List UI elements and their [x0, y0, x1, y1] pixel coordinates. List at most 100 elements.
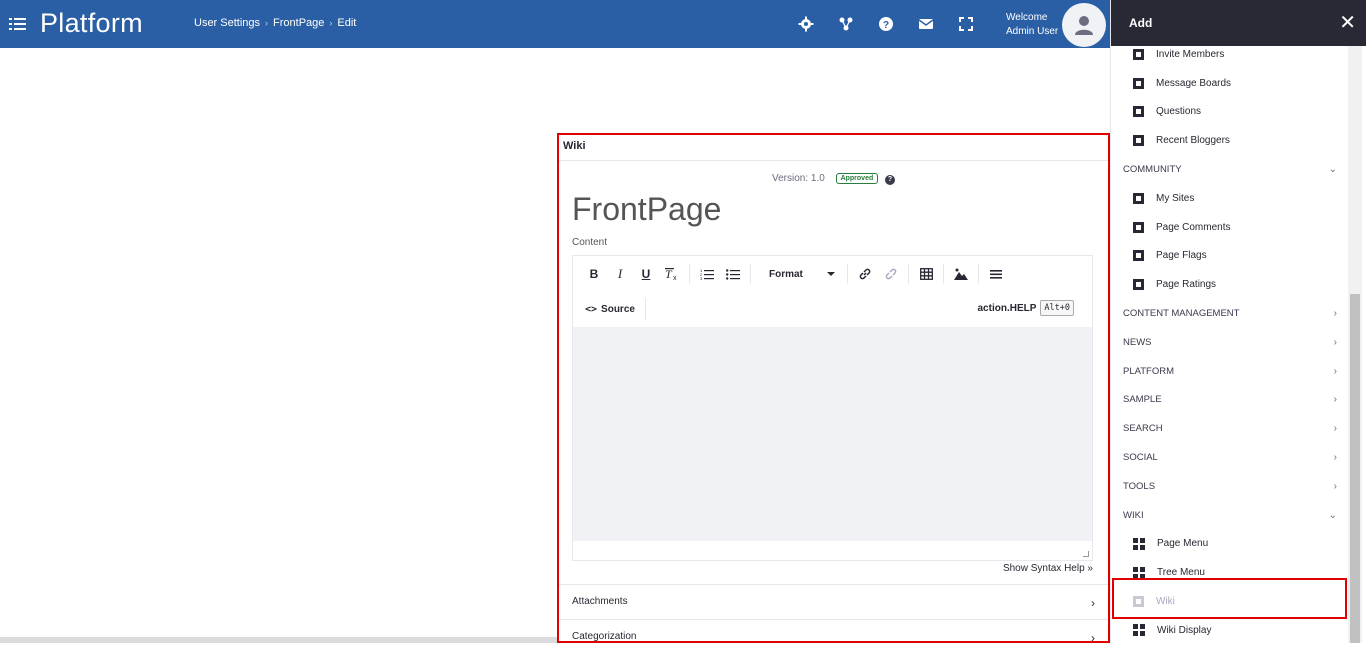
widget-label: Page Menu [1157, 538, 1209, 550]
widget-item-questions[interactable]: Questions [1111, 98, 1351, 127]
user-greeting: Welcome Admin User [1006, 11, 1058, 39]
category-label: NEWS [1123, 336, 1152, 348]
toolbar-divider [943, 264, 944, 284]
chevron-right-icon: › [1333, 365, 1337, 377]
header-actions: ? [796, 14, 976, 34]
version-info: Version: 1.0 Approved ? [559, 173, 1108, 185]
sidebar-scrollbar[interactable] [1348, 46, 1362, 643]
help-icon[interactable]: ? [876, 14, 896, 34]
widget-item-page-menu[interactable]: Page Menu [1111, 530, 1351, 559]
help-icon[interactable]: ? [885, 175, 896, 185]
bulleted-list-icon[interactable] [720, 262, 746, 286]
attachments-panel[interactable]: Attachments › [559, 584, 1108, 619]
category-social[interactable]: SOCIAL › [1111, 443, 1351, 472]
category-sample[interactable]: SAMPLE › [1111, 386, 1351, 415]
chevron-down-icon: ⌄ [1328, 164, 1337, 176]
keyboard-shortcut: Alt+0 [1040, 300, 1074, 316]
category-label: PLATFORM [1123, 365, 1175, 377]
user-name: Admin User [1006, 26, 1059, 37]
image-icon[interactable] [948, 262, 974, 286]
chevron-right-icon: › [1091, 596, 1095, 610]
widget-item-message-boards[interactable]: Message Boards [1111, 69, 1351, 98]
chevron-right-icon: › [1333, 336, 1337, 348]
categorization-panel[interactable]: Categorization › [559, 619, 1108, 643]
remove-format-icon[interactable]: Tx [659, 262, 685, 286]
unlink-icon[interactable] [878, 262, 904, 286]
underline-button[interactable]: U [633, 262, 659, 286]
table-icon[interactable] [913, 262, 939, 286]
category-label: SEARCH [1123, 423, 1163, 435]
widget-item-page-flags[interactable]: Page Flags [1111, 242, 1351, 271]
toolbar-divider [908, 264, 909, 284]
widget-item-wiki-display[interactable]: Wiki Display [1111, 616, 1351, 645]
fullscreen-icon[interactable] [956, 14, 976, 34]
grid-icon [1133, 566, 1145, 579]
app-title[interactable]: Platform [40, 8, 143, 39]
italic-button[interactable]: I [607, 262, 633, 286]
category-community[interactable]: COMMUNITY ⌄ [1111, 155, 1351, 184]
numbered-list-icon[interactable]: 123 [694, 262, 720, 286]
widget-item-page-ratings[interactable]: Page Ratings [1111, 270, 1351, 299]
mail-icon[interactable] [916, 14, 936, 34]
breadcrumb-user-settings[interactable]: User Settings [194, 17, 260, 29]
avatar[interactable] [1062, 3, 1106, 47]
category-tools[interactable]: TOOLS › [1111, 472, 1351, 501]
widget-item-my-sites[interactable]: My Sites [1111, 184, 1351, 213]
horizontal-rule-icon[interactable] [983, 262, 1009, 286]
brand: Platform [8, 8, 143, 39]
gear-icon[interactable] [796, 14, 816, 34]
breadcrumb: User Settings › FrontPage › Edit [194, 17, 356, 29]
horizontal-scrollbar[interactable] [0, 637, 557, 643]
category-wiki[interactable]: WIKI ⌄ [1111, 501, 1351, 530]
scrollbar-thumb[interactable] [1350, 294, 1360, 643]
breadcrumb-separator-icon: › [329, 18, 333, 28]
editor-content-area[interactable] [573, 327, 1092, 541]
category-news[interactable]: NEWS › [1111, 328, 1351, 357]
widget-item-page-comments[interactable]: Page Comments [1111, 213, 1351, 242]
category-platform[interactable]: PLATFORM › [1111, 357, 1351, 386]
grid-icon [1133, 537, 1145, 550]
svg-text:3: 3 [700, 276, 703, 280]
breadcrumb-frontpage[interactable]: FrontPage [273, 17, 324, 29]
editor-help[interactable]: action.HELP Alt+0 [977, 300, 1074, 316]
category-search[interactable]: SEARCH › [1111, 414, 1351, 443]
portlet-icon [1133, 106, 1144, 118]
widget-item-recent-bloggers[interactable]: Recent Bloggers [1111, 126, 1351, 155]
category-label: SOCIAL [1123, 452, 1158, 464]
version-label: Version: 1.0 [771, 173, 825, 184]
chevron-right-icon: › [1333, 394, 1337, 406]
widget-label: Page Flags [1156, 250, 1207, 262]
toolbar-divider [978, 264, 979, 284]
toolbar-divider [750, 264, 751, 284]
close-icon[interactable]: ✕ [1339, 13, 1356, 33]
editor-toolbar-secondary: <> Source action.HELP Alt+0 [573, 292, 1092, 326]
category-label: SAMPLE [1123, 394, 1162, 406]
sidebar-header: Add ✕ [1111, 0, 1366, 46]
share-icon[interactable] [836, 14, 856, 34]
category-label: TOOLS [1123, 480, 1156, 492]
portlet-icon [1133, 279, 1144, 291]
category-content-management[interactable]: CONTENT MANAGEMENT › [1111, 299, 1351, 328]
product-menu-toggle-icon[interactable] [8, 14, 28, 34]
source-button[interactable]: <> Source [585, 298, 646, 320]
rich-text-editor: B I U Tx 123 Format <> Source action.HEL… [572, 255, 1093, 561]
chevron-right-icon: › [1333, 308, 1337, 320]
category-label: WIKI [1123, 509, 1144, 521]
show-syntax-help-link[interactable]: Show Syntax Help » [1003, 563, 1093, 574]
code-icon: <> [585, 303, 598, 315]
portlet-icon [1133, 135, 1144, 147]
bold-button[interactable]: B [581, 262, 607, 286]
chevron-right-icon: › [1333, 480, 1337, 492]
chevron-right-icon: › [1333, 452, 1337, 464]
chevron-right-icon: › [1333, 423, 1337, 435]
format-dropdown[interactable]: Format [755, 269, 843, 280]
highlight-box [1112, 578, 1347, 619]
editor-help-label: action.HELP [977, 302, 1037, 314]
categorization-label: Categorization [572, 631, 637, 642]
resize-handle-icon[interactable] [1083, 551, 1089, 557]
content-label: Content [572, 237, 608, 248]
wiki-portlet: Wiki Version: 1.0 Approved ? FrontPage C… [557, 133, 1110, 643]
category-label: CONTENT MANAGEMENT [1123, 308, 1240, 320]
chevron-right-icon: › [1091, 631, 1095, 643]
link-icon[interactable] [852, 262, 878, 286]
